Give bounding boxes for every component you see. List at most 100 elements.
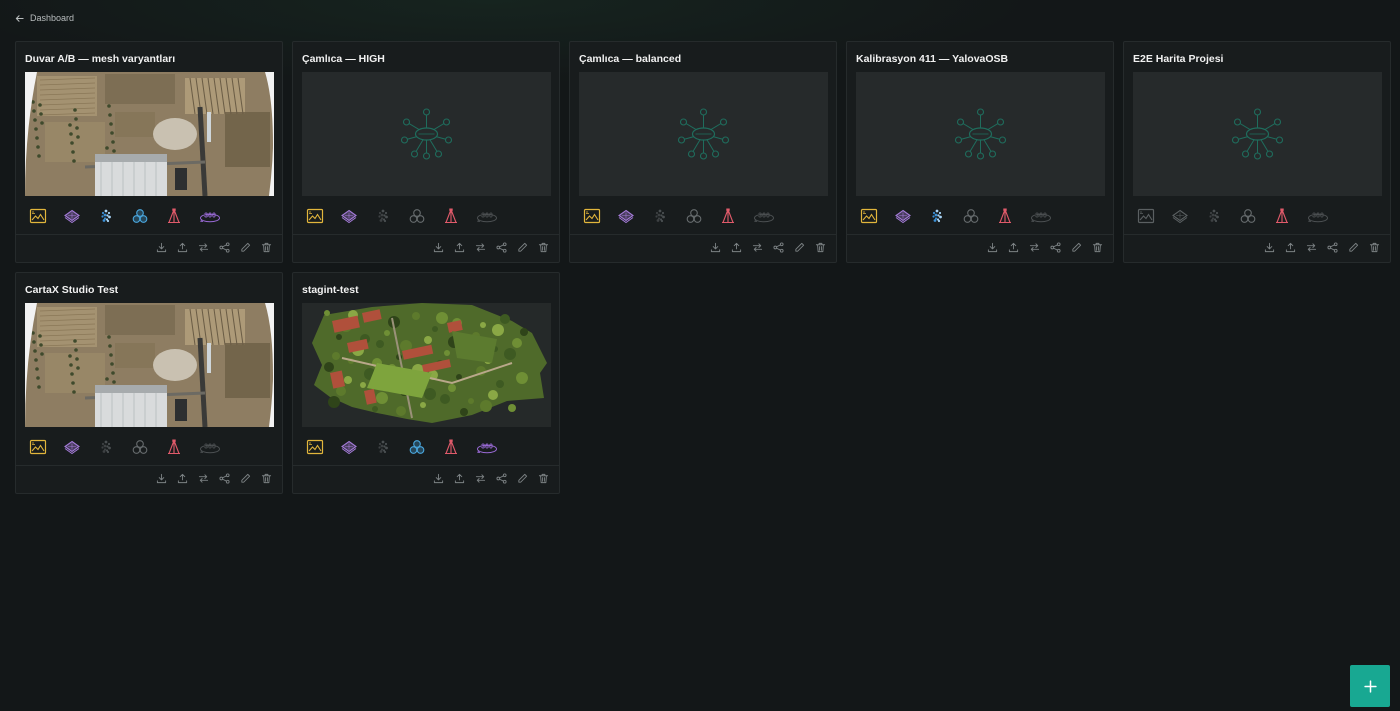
download-button[interactable]: [433, 242, 444, 253]
pointcloud-icon[interactable]: [374, 207, 392, 225]
survey-icon[interactable]: [442, 207, 460, 225]
project-card[interactable]: Çamlıca — HIGH 360: [292, 41, 560, 263]
edit-button[interactable]: [240, 473, 251, 484]
edit-button[interactable]: [1071, 242, 1082, 253]
elevation-layers-icon[interactable]: [63, 438, 81, 456]
project-thumbnail[interactable]: [25, 72, 274, 196]
elevation-layers-icon[interactable]: [1171, 207, 1189, 225]
survey-icon[interactable]: [442, 438, 460, 456]
elevation-layers-icon[interactable]: [894, 207, 912, 225]
transfer-button[interactable]: [752, 242, 763, 253]
survey-icon[interactable]: [1273, 207, 1291, 225]
download-button[interactable]: [710, 242, 721, 253]
transfer-button[interactable]: [475, 473, 486, 484]
project-thumbnail[interactable]: [579, 72, 828, 196]
add-project-button[interactable]: [1350, 665, 1390, 707]
share-button[interactable]: [773, 242, 784, 253]
share-button[interactable]: [1050, 242, 1061, 253]
pointcloud-icon[interactable]: [97, 438, 115, 456]
orthophoto-icon[interactable]: [860, 207, 878, 225]
delete-button[interactable]: [261, 473, 272, 484]
project-title[interactable]: Çamlıca — HIGH: [302, 53, 385, 65]
survey-icon[interactable]: [165, 438, 183, 456]
transfer-button[interactable]: [1306, 242, 1317, 253]
share-button[interactable]: [1327, 242, 1338, 253]
orthophoto-icon[interactable]: [29, 207, 47, 225]
project-title[interactable]: stagint-test: [302, 284, 359, 296]
download-button[interactable]: [433, 473, 444, 484]
transfer-button[interactable]: [198, 242, 209, 253]
project-thumbnail[interactable]: [25, 303, 274, 427]
delete-button[interactable]: [538, 473, 549, 484]
orthophoto-icon[interactable]: [306, 207, 324, 225]
elevation-layers-icon[interactable]: [340, 207, 358, 225]
download-button[interactable]: [987, 242, 998, 253]
elevation-layers-icon[interactable]: [340, 438, 358, 456]
project-title[interactable]: E2E Harita Projesi: [1133, 53, 1223, 65]
project-card[interactable]: stagint-test 360: [292, 272, 560, 494]
delete-button[interactable]: [1369, 242, 1380, 253]
mesh-icon[interactable]: [131, 438, 149, 456]
project-title[interactable]: Duvar A/B — mesh varyantları: [25, 53, 175, 65]
edit-button[interactable]: [1348, 242, 1359, 253]
transfer-button[interactable]: [475, 242, 486, 253]
upload-button[interactable]: [177, 242, 188, 253]
project-title[interactable]: Kalibrasyon 411 — YalovaOSB: [856, 53, 1008, 65]
orthophoto-icon[interactable]: [1137, 207, 1155, 225]
project-card[interactable]: CartaX Studio Test 360: [15, 272, 283, 494]
project-thumbnail[interactable]: [302, 303, 551, 427]
edit-button[interactable]: [240, 242, 251, 253]
share-button[interactable]: [496, 242, 507, 253]
panorama-360-icon[interactable]: 360: [476, 207, 498, 225]
panorama-360-icon[interactable]: 360: [1307, 207, 1329, 225]
mesh-icon[interactable]: [685, 207, 703, 225]
mesh-icon[interactable]: [408, 207, 426, 225]
edit-button[interactable]: [517, 242, 528, 253]
pointcloud-icon[interactable]: [97, 207, 115, 225]
download-button[interactable]: [156, 242, 167, 253]
project-thumbnail[interactable]: [856, 72, 1105, 196]
pointcloud-icon[interactable]: [928, 207, 946, 225]
delete-button[interactable]: [815, 242, 826, 253]
transfer-button[interactable]: [1029, 242, 1040, 253]
orthophoto-icon[interactable]: [583, 207, 601, 225]
project-card[interactable]: Duvar A/B — mesh varyantları 360: [15, 41, 283, 263]
pointcloud-icon[interactable]: [374, 438, 392, 456]
project-thumbnail[interactable]: [1133, 72, 1382, 196]
edit-button[interactable]: [517, 473, 528, 484]
upload-button[interactable]: [1285, 242, 1296, 253]
project-thumbnail[interactable]: [302, 72, 551, 196]
pointcloud-icon[interactable]: [651, 207, 669, 225]
delete-button[interactable]: [538, 242, 549, 253]
delete-button[interactable]: [261, 242, 272, 253]
mesh-icon[interactable]: [131, 207, 149, 225]
panorama-360-icon[interactable]: 360: [199, 438, 221, 456]
upload-button[interactable]: [731, 242, 742, 253]
panorama-360-icon[interactable]: 360: [476, 438, 498, 456]
project-card[interactable]: Kalibrasyon 411 — YalovaOSB 360: [846, 41, 1114, 263]
pointcloud-icon[interactable]: [1205, 207, 1223, 225]
upload-button[interactable]: [1008, 242, 1019, 253]
panorama-360-icon[interactable]: 360: [1030, 207, 1052, 225]
share-button[interactable]: [219, 473, 230, 484]
orthophoto-icon[interactable]: [29, 438, 47, 456]
back-to-dashboard-link[interactable]: Dashboard: [15, 13, 74, 23]
panorama-360-icon[interactable]: 360: [753, 207, 775, 225]
upload-button[interactable]: [177, 473, 188, 484]
download-button[interactable]: [156, 473, 167, 484]
transfer-button[interactable]: [198, 473, 209, 484]
upload-button[interactable]: [454, 242, 465, 253]
share-button[interactable]: [219, 242, 230, 253]
elevation-layers-icon[interactable]: [63, 207, 81, 225]
project-title[interactable]: Çamlıca — balanced: [579, 53, 681, 65]
project-title[interactable]: CartaX Studio Test: [25, 284, 118, 296]
elevation-layers-icon[interactable]: [617, 207, 635, 225]
delete-button[interactable]: [1092, 242, 1103, 253]
mesh-icon[interactable]: [1239, 207, 1257, 225]
mesh-icon[interactable]: [408, 438, 426, 456]
project-card[interactable]: Çamlıca — balanced 360: [569, 41, 837, 263]
mesh-icon[interactable]: [962, 207, 980, 225]
edit-button[interactable]: [794, 242, 805, 253]
panorama-360-icon[interactable]: 360: [199, 207, 221, 225]
survey-icon[interactable]: [996, 207, 1014, 225]
